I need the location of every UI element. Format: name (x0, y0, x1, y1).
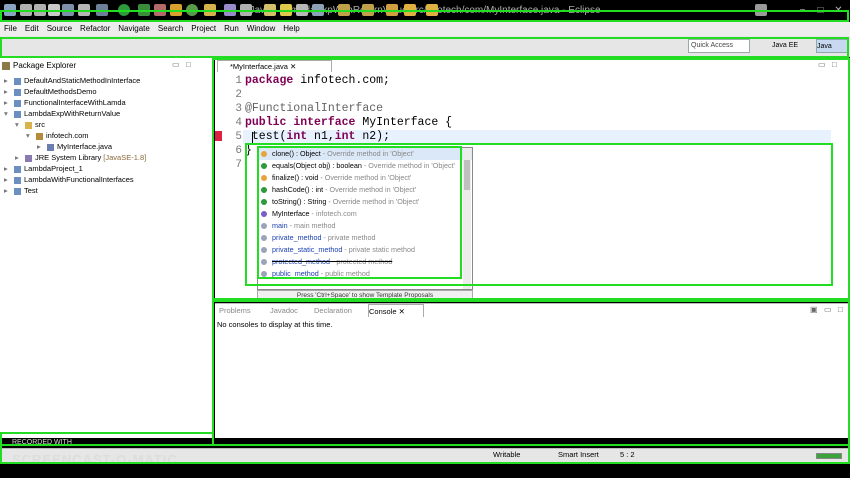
tree-item-label: DefaultMethodsDemo (24, 87, 97, 96)
tree-item[interactable]: ▾ LambdaExpWithReturnValue (4, 108, 209, 119)
project-icon (14, 187, 21, 195)
tree-item-label: infotech.com (46, 131, 89, 140)
package-explorer-icon (2, 61, 10, 70)
collapse-arrow-icon[interactable]: ▾ (4, 108, 12, 119)
tree-item-label: MyInterface.java (57, 142, 113, 151)
tree-item-label: DefaultAndStaticMethodInInterface (24, 76, 141, 85)
tree-item[interactable]: ▸ JRE System Library [JavaSE-1.8] (4, 152, 209, 163)
project-tree: ▸ DefaultAndStaticMethodInInterface ▸ Defau… (4, 75, 209, 196)
menu-project[interactable]: Project (187, 22, 220, 36)
expand-arrow-icon[interactable]: ▸ (15, 152, 23, 163)
tree-item[interactable]: ▸ LambdaWithFunctionalInterfaces (4, 174, 209, 185)
annotation-box (212, 298, 850, 446)
tree-item-label: src (35, 120, 45, 129)
expand-arrow-icon[interactable]: ▸ (4, 174, 12, 185)
menu-navigate[interactable]: Navigate (114, 22, 154, 36)
expand-arrow-icon[interactable]: ▸ (4, 185, 12, 196)
menu-search[interactable]: Search (154, 22, 187, 36)
package-icon (36, 132, 43, 140)
java-file-icon (47, 143, 54, 151)
expand-arrow-icon[interactable]: ▸ (37, 141, 45, 152)
project-icon (14, 99, 21, 107)
tree-item-label: LambdaProject_1 (24, 164, 83, 173)
project-icon (14, 88, 21, 96)
collapse-arrow-icon[interactable]: ▾ (26, 130, 34, 141)
tree-item-label: FunctionalInterfaceWithLamda (24, 98, 126, 107)
menu-bar: File Edit Source Refactor Navigate Search Proj… (0, 22, 850, 36)
tree-item[interactable]: ▾ src (4, 119, 209, 130)
expand-arrow-icon[interactable]: ▸ (4, 97, 12, 108)
menu-window[interactable]: Window (243, 22, 279, 36)
tree-item[interactable]: ▸ DefaultMethodsDemo (4, 86, 209, 97)
panel-maximize-icon[interactable]: □ (186, 60, 191, 69)
package-explorer-tab[interactable]: Package Explorer (2, 60, 182, 72)
tree-item-label: JRE System Library (35, 153, 102, 162)
menu-help[interactable]: Help (279, 22, 303, 36)
panel-minimize-icon[interactable]: ▭ (172, 60, 180, 69)
menu-file[interactable]: File (0, 22, 21, 36)
package-explorer-tab-label: Package Explorer (13, 61, 77, 70)
tree-item[interactable]: ▸ MyInterface.java (4, 141, 209, 152)
collapse-arrow-icon[interactable]: ▾ (15, 119, 23, 130)
menu-source[interactable]: Source (43, 22, 76, 36)
annotation-box (0, 37, 849, 58)
tree-item[interactable]: ▸ FunctionalInterfaceWithLamda (4, 97, 209, 108)
folder-icon (25, 121, 32, 129)
annotation-box (0, 10, 849, 22)
tree-item[interactable]: ▸ Test (4, 185, 209, 196)
menu-run[interactable]: Run (220, 22, 243, 36)
expand-arrow-icon[interactable]: ▸ (4, 163, 12, 174)
project-icon (14, 165, 21, 173)
tree-item[interactable]: ▾ infotech.com (4, 130, 209, 141)
tree-item-label: Test (24, 186, 38, 195)
project-icon (14, 176, 21, 184)
expand-arrow-icon[interactable]: ▸ (4, 86, 12, 97)
project-icon (14, 77, 21, 85)
tree-item[interactable]: ▸ LambdaProject_1 (4, 163, 209, 174)
expand-arrow-icon[interactable]: ▸ (4, 75, 12, 86)
tree-item-suffix: [JavaSE-1.8] (103, 153, 147, 162)
annotation-box (0, 444, 850, 464)
project-icon (14, 110, 21, 118)
library-icon (25, 154, 32, 162)
annotation-box (257, 146, 462, 279)
tree-item-label: LambdaWithFunctionalInterfaces (24, 175, 134, 184)
tree-item[interactable]: ▸ DefaultAndStaticMethodInInterface (4, 75, 209, 86)
menu-refactor[interactable]: Refactor (76, 22, 114, 36)
tree-item-label: LambdaExpWithReturnValue (24, 109, 121, 118)
menu-edit[interactable]: Edit (21, 22, 43, 36)
